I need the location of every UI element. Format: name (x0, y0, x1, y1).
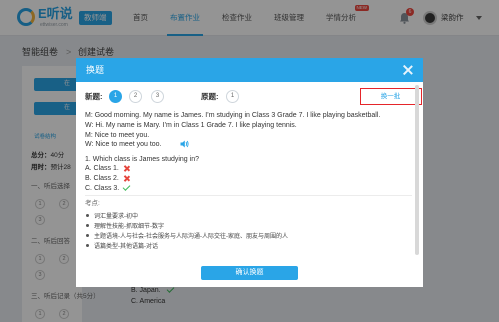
bullet-icon (86, 214, 89, 218)
question-text: 1. Which class is James studying in? (85, 156, 199, 163)
knowledge-point: 理解性技能-抓取细节-数字 (85, 223, 164, 231)
divider (85, 195, 412, 196)
knowledge-point: 主题语境-人与社会-社会服务与人际沟通-人际交往-家庭、朋友与周围的人 (85, 233, 288, 241)
close-icon[interactable] (403, 65, 413, 75)
bullet-icon (86, 244, 89, 248)
swap-question-dialog: 换题 新题: 1 2 3 原题: 1 换一批 M: Good morning. … (76, 58, 423, 287)
correct-icon (122, 183, 131, 191)
knowledge-points-title: 考点: (85, 200, 100, 207)
knowledge-point: 词汇量要求-初中 (85, 213, 138, 221)
bullet-icon (86, 234, 89, 238)
new-question-1[interactable]: 1 (109, 90, 122, 103)
knowledge-point-text: 主题语境-人与社会-社会服务与人际沟通-人际交往-家庭、朋友与周围的人 (94, 234, 288, 240)
knowledge-point-text: 语篇类型-其他语篇-对话 (94, 244, 158, 250)
dialog-line: W: Nice to meet you too. (85, 141, 162, 148)
dialog-line: M: Good morning. My name is James. I’m s… (85, 112, 381, 119)
new-question-3[interactable]: 3 (151, 90, 164, 103)
knowledge-point: 语篇类型-其他语篇-对话 (85, 243, 158, 251)
speaker-icon[interactable] (180, 140, 189, 148)
answer-option: B. Class 2. (85, 175, 119, 182)
new-questions-label: 新题: (85, 92, 103, 101)
dialog-header: 换题 (76, 58, 423, 82)
bullet-icon (86, 224, 89, 228)
scrollbar[interactable] (415, 85, 419, 255)
dialog-line: W: Hi. My name is Mary. I’m in Class 1 G… (85, 122, 297, 129)
knowledge-point-text: 词汇量要求-初中 (94, 214, 138, 220)
confirm-swap-button[interactable]: 确认换题 (201, 266, 298, 280)
wrong-icon (123, 165, 130, 172)
dialog-title: 换题 (86, 65, 105, 75)
original-question-1[interactable]: 1 (226, 90, 239, 103)
new-question-2[interactable]: 2 (129, 90, 142, 103)
swap-batch-highlight: 换一批 (360, 88, 422, 105)
original-question-label: 原题: (201, 92, 219, 101)
knowledge-point-text: 理解性技能-抓取细节-数字 (94, 224, 164, 230)
dialog-line: M: Nice to meet you. (85, 132, 150, 139)
wrong-icon (123, 175, 130, 182)
answer-option: A. Class 1. (85, 165, 119, 172)
swap-batch-button[interactable]: 换一批 (365, 92, 416, 101)
answer-option: C. Class 3. (85, 185, 120, 192)
